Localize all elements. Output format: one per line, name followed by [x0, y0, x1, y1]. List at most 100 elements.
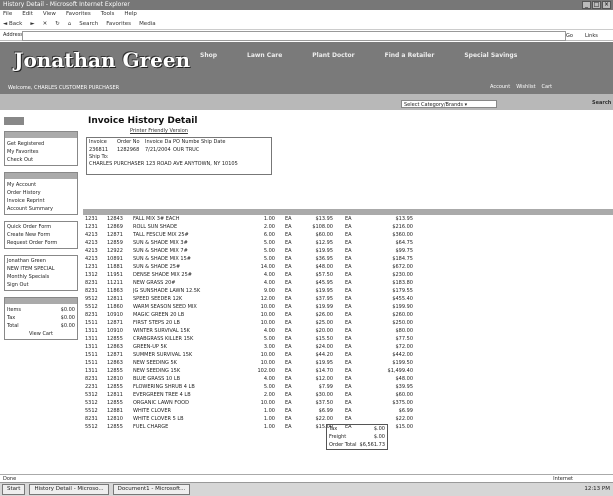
- table-cell: $442.00: [392, 352, 413, 358]
- sidebar-item[interactable]: Monthly Specials: [7, 273, 75, 281]
- table-cell: $13.95: [315, 216, 334, 222]
- menu-file[interactable]: File: [3, 10, 12, 19]
- table-cell: 10910: [107, 328, 123, 334]
- address-input[interactable]: [22, 31, 566, 41]
- search-button[interactable]: Search: [79, 19, 98, 29]
- menu-favorites[interactable]: Favorites: [66, 10, 91, 19]
- taskbar-item-word[interactable]: Document1 - Microsoft...: [112, 484, 191, 495]
- printer-friendly-link[interactable]: Printer Friendly Version: [130, 128, 188, 134]
- table-cell: 1231: [85, 216, 98, 222]
- table-cell: 4.00: [263, 376, 275, 382]
- sidebar-item[interactable]: Request Order Form: [7, 239, 75, 247]
- nav-special-savings[interactable]: Special Savings: [464, 52, 517, 59]
- table-cell: $7.99: [318, 384, 333, 390]
- table-cell: $77.50: [395, 336, 414, 342]
- home-icon[interactable]: ⌂: [68, 19, 72, 29]
- table-cell: $19.95: [315, 288, 334, 294]
- totals-box: Tax $.00 Freight $.00 Order Total $6,561.73: [326, 424, 388, 450]
- taskbar: Start History Detail - Microso... Docume…: [0, 482, 613, 496]
- sidebar-item[interactable]: Quick Order Form: [7, 223, 75, 231]
- address-label: Address: [3, 32, 23, 38]
- table-cell: SUN & SHADE MIX 3#: [133, 240, 188, 246]
- taskbar-item-browser[interactable]: History Detail - Microso...: [29, 484, 109, 495]
- cart-link[interactable]: Cart: [542, 84, 553, 90]
- table-cell: 12869: [107, 224, 123, 230]
- menu-edit[interactable]: Edit: [22, 10, 33, 19]
- table-row: 4213 10891 SUN & SHADE MIX 15# 5.00 EA $36.95…: [83, 255, 613, 263]
- status-bar: Done Internet: [0, 474, 613, 482]
- table-cell: $672.00: [392, 264, 413, 270]
- sidebar-group-3: Quick Order Form Create New Form Request…: [4, 221, 78, 249]
- favorites-button[interactable]: Favorites: [106, 19, 131, 29]
- table-cell: $14.70: [315, 368, 334, 374]
- table-cell: 12811: [107, 296, 123, 302]
- go-button[interactable]: Go: [566, 31, 573, 42]
- table-cell: EA: [345, 360, 352, 366]
- sidebar-item[interactable]: Check Out: [7, 156, 75, 164]
- account-link[interactable]: Account: [490, 84, 510, 90]
- table-cell: EA: [285, 248, 292, 254]
- sidebar-item[interactable]: Account Summary: [7, 205, 75, 213]
- table-cell: 1511: [85, 360, 98, 366]
- sidebar-item[interactable]: My Account: [7, 181, 75, 189]
- table-cell: 12855: [107, 336, 123, 342]
- table-cell: SUN & SHADE MIX 7#: [133, 248, 188, 254]
- close-icon[interactable]: ×: [602, 1, 611, 9]
- table-cell: EA: [285, 256, 292, 262]
- sidebar-item[interactable]: Invoice Reprint: [7, 197, 75, 205]
- info-header: Ship Date: [201, 139, 226, 145]
- table-cell: 4.00: [263, 280, 275, 286]
- table-row: 8231 12810 BLUE GRASS 10 LB 4.00 EA $12.00 EA $…: [83, 375, 613, 383]
- nav-find-retailer[interactable]: Find a Retailer: [385, 52, 435, 59]
- table-cell: EA: [285, 264, 292, 270]
- minimize-icon[interactable]: _: [582, 1, 591, 9]
- site-logo[interactable]: Jonathan Green: [14, 48, 190, 72]
- table-cell: EA: [345, 368, 352, 374]
- wishlist-link[interactable]: Wishlist: [516, 84, 535, 90]
- sidebar-item[interactable]: My Favorites: [7, 148, 75, 156]
- stop-icon[interactable]: ✕: [43, 19, 48, 29]
- menu-view[interactable]: View: [43, 10, 56, 19]
- nav-plant-doctor[interactable]: Plant Doctor: [312, 52, 354, 59]
- menu-tools[interactable]: Tools: [101, 10, 115, 19]
- category-select[interactable]: Select Category/Brands ▾: [401, 100, 497, 108]
- table-cell: $216.00: [392, 224, 413, 230]
- totals-label: Tax: [329, 426, 338, 432]
- nav-shop[interactable]: Shop: [200, 52, 217, 59]
- account-links: Account Wishlist Cart: [490, 84, 552, 90]
- sidebar-item[interactable]: Create New Form: [7, 231, 75, 239]
- forward-icon[interactable]: ►: [30, 19, 34, 29]
- menu-help[interactable]: Help: [124, 10, 137, 19]
- table-cell: 1311: [85, 344, 98, 350]
- links-button[interactable]: Links: [585, 31, 598, 42]
- ship-label: Ship To:: [89, 154, 109, 160]
- table-cell: NEW SEEDING 15K: [133, 368, 181, 374]
- table-cell: 4213: [85, 240, 98, 246]
- back-button[interactable]: ◄ Back: [3, 19, 22, 29]
- table-cell: EA: [285, 408, 292, 414]
- table-cell: EA: [345, 408, 352, 414]
- table-cell: $13.95: [395, 216, 414, 222]
- site-search-button[interactable]: Search: [592, 100, 611, 106]
- table-cell: 4213: [85, 232, 98, 238]
- sidebar-item[interactable]: Get Registered: [7, 140, 75, 148]
- table-cell: 5312: [85, 400, 98, 406]
- table-row: 9512 12811 SPEED SEEDER 12K 12.00 EA $37.95 EA…: [83, 295, 613, 303]
- sidebar-item[interactable]: Sign Out: [7, 281, 75, 289]
- table-cell: EA: [285, 240, 292, 246]
- nav-lawn-care[interactable]: Lawn Care: [247, 52, 282, 59]
- start-button[interactable]: Start: [2, 484, 26, 495]
- view-cart-link[interactable]: View Cart: [7, 330, 75, 338]
- sidebar-item[interactable]: Order History: [7, 189, 75, 197]
- sidebar-item[interactable]: Jonathan Green: [7, 257, 75, 265]
- category-select-value: Select Category/Brands: [404, 102, 464, 108]
- media-button[interactable]: Media: [139, 19, 156, 29]
- refresh-icon[interactable]: ↻: [55, 19, 60, 29]
- table-cell: EA: [345, 248, 352, 254]
- sidebar-item[interactable]: NEW ITEM SPECIAL: [7, 265, 75, 273]
- maximize-icon[interactable]: □: [592, 1, 601, 9]
- table-cell: EA: [345, 344, 352, 350]
- table-cell: $48.00: [315, 264, 334, 270]
- table-cell: $60.00: [395, 392, 414, 398]
- address-bar: Address Go Links: [0, 30, 613, 41]
